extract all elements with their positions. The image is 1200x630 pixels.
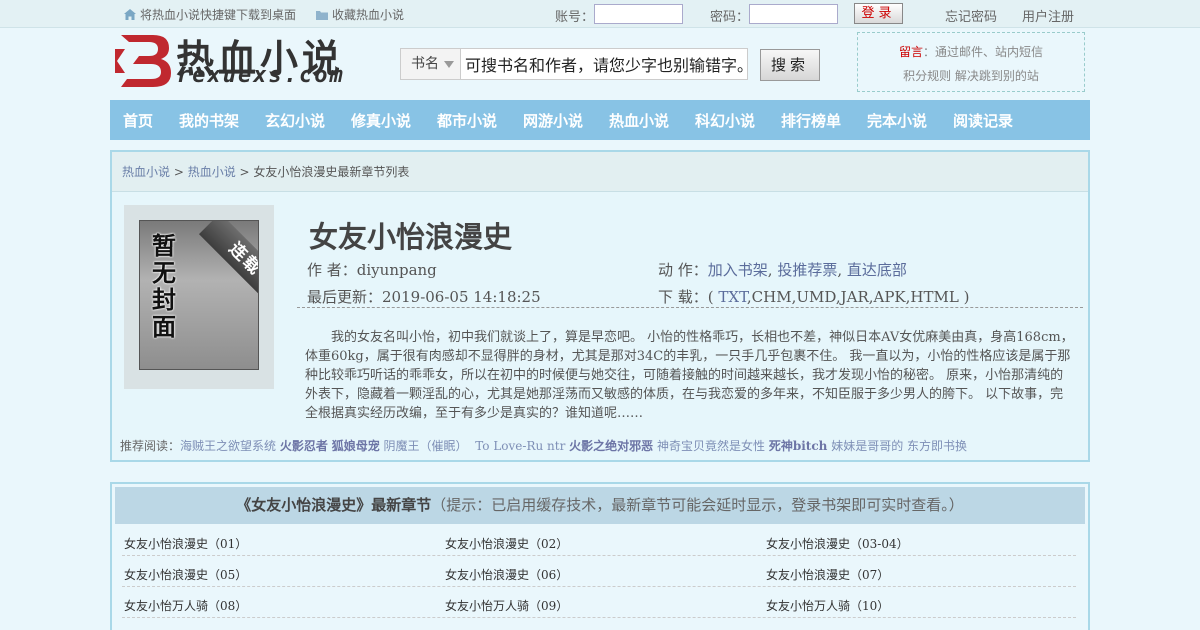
search-type-value: 书名 [411, 56, 439, 72]
download-txt-link[interactable]: TXT [718, 288, 746, 306]
breadcrumb-current: 女友小怡浪漫史最新章节列表 [253, 165, 410, 179]
author-label: 作 者： [307, 261, 357, 279]
chapter-link[interactable]: 女友小怡浪漫史（05） [124, 566, 247, 583]
home-icon [124, 9, 136, 20]
updated-value: 2019-06-05 14:18:25 [382, 288, 541, 306]
notice-line1: ：通过邮件、站内短信 [923, 45, 1044, 59]
recommend-item[interactable]: 火影之绝对邪恶 [569, 439, 653, 453]
nav-item-rexue[interactable]: 热血小说 [609, 100, 669, 140]
meta-divider [297, 307, 1083, 308]
download-label: 下 载： [658, 288, 708, 306]
action-row: 动 作：加入书架, 投推荐票, 直达底部 [658, 259, 907, 280]
recommend-item[interactable]: 东方即书换 [907, 439, 967, 453]
breadcrumb-category[interactable]: 热血小说 [188, 165, 236, 179]
nav-item-dushi[interactable]: 都市小说 [437, 100, 497, 140]
chevron-down-icon [444, 61, 454, 68]
chapter-link[interactable]: 女友小怡万人骑（09） [445, 597, 568, 614]
logo-mark-icon [115, 35, 171, 87]
site-logo[interactable]: 热血小说 rexuexs.com [113, 29, 358, 93]
main-nav: 首页 我的书架 玄幻小说 修真小说 都市小说 网游小说 热血小说 科幻小说 排行… [110, 100, 1090, 140]
chapter-link[interactable]: 女友小怡万人骑（10） [766, 597, 889, 614]
notice-line2[interactable]: 积分规则 解决跳到别的站 [858, 67, 1084, 84]
chapter-row-divider [122, 555, 1076, 556]
recommend-item[interactable]: 神奇宝贝竟然是女性 [657, 439, 765, 453]
favorite-link[interactable]: 收藏热血小说 [316, 6, 404, 23]
account-label: 账号： [555, 10, 595, 25]
recommend-item[interactable]: 火影忍者 [280, 439, 328, 453]
action-separator: , [767, 261, 778, 279]
nav-item-kehuan[interactable]: 科幻小说 [695, 100, 755, 140]
top-bar: 将热血小说快捷键下载到桌面 收藏热血小说 账号： 密码： 登录 忘记密码 用户注… [0, 0, 1200, 28]
search-button[interactable]: 搜索 [760, 49, 820, 81]
notice-label: 留言 [898, 45, 923, 59]
nav-item-ranking[interactable]: 排行榜单 [781, 100, 841, 140]
recommend-item[interactable]: 死神bitch [769, 439, 828, 453]
notice-box: 留言：通过邮件、站内短信 积分规则 解决跳到别的站 [857, 32, 1085, 92]
go-bottom-link[interactable]: 直达底部 [847, 261, 907, 279]
forgot-password-link[interactable]: 忘记密码 [945, 6, 997, 25]
download-formats: ,CHM,UMD,JAR,APK,HTML ) [746, 288, 970, 306]
chapter-link[interactable]: 女友小怡浪漫史（01） [124, 535, 247, 552]
author-value: diyunpang [356, 261, 437, 279]
breadcrumb-separator: > [170, 165, 188, 179]
chapter-row-divider [122, 617, 1076, 618]
book-intro: 我的女友名叫小怡，初中我们就谈上了，算是早恋吧。 小怡的性格乖巧，长相也不差，神… [305, 330, 1074, 421]
recommend-item[interactable]: 妹妹是哥哥的 [831, 439, 903, 453]
nav-item-xiuzhen[interactable]: 修真小说 [351, 100, 411, 140]
breadcrumb: 热血小说 > 热血小说 > 女友小怡浪漫史最新章节列表 [112, 152, 1088, 192]
login-button[interactable]: 登录 [854, 3, 903, 24]
action-separator: , [837, 261, 847, 279]
search-box: 书名 [400, 48, 748, 80]
breadcrumb-separator: > [235, 165, 254, 179]
book-cover[interactable]: 暂无封面 连载中 [124, 205, 274, 389]
updated-label: 最后更新： [307, 288, 383, 306]
chapter-list-panel: 《女友小怡浪漫史》最新章节（提示：已启用缓存技术，最新章节可能会延时显示，登录书… [110, 482, 1090, 630]
register-link[interactable]: 用户注册 [1022, 6, 1074, 25]
password-input[interactable] [749, 4, 838, 24]
status-ribbon: 连载中 [198, 221, 258, 320]
search-type-select[interactable]: 书名 [401, 49, 461, 79]
nav-item-bookshelf[interactable]: 我的书架 [179, 100, 239, 140]
recommend-label: 推荐阅读： [120, 439, 181, 453]
recommend-item[interactable]: To Love-Ru ntr [475, 439, 565, 453]
book-title: 女友小怡浪漫史 [309, 220, 513, 254]
chapter-link[interactable]: 女友小怡浪漫史（06） [445, 566, 568, 583]
account-input[interactable] [594, 4, 683, 24]
recommended-reads: 推荐阅读：海贼王之欲望系统 火影忍者 狐娘母宠 阴魔王（催眠） To Love-… [120, 437, 967, 454]
nav-item-home[interactable]: 首页 [123, 100, 153, 140]
chapter-row-divider [122, 586, 1076, 587]
chapter-list-hint: （提示：已启用缓存技术，最新章节可能会延时显示，登录书架即可实时查看。） [431, 496, 964, 514]
password-label: 密码： [710, 10, 750, 25]
cover-image: 暂无封面 连载中 [139, 220, 259, 370]
cover-placeholder-text: 暂无封面 [152, 232, 176, 341]
recommend-vote-link[interactable]: 投推荐票 [777, 261, 837, 279]
logo-domain-text: rexuexs.com [177, 63, 345, 88]
breadcrumb-home[interactable]: 热血小说 [122, 165, 170, 179]
nav-item-wangyou[interactable]: 网游小说 [523, 100, 583, 140]
recommend-item[interactable]: 狐娘母宠 [332, 439, 380, 453]
author-row: 作 者：diyunpang [307, 259, 437, 280]
recommend-item[interactable]: 阴魔王（催眠） [384, 439, 468, 453]
nav-item-history[interactable]: 阅读记录 [953, 100, 1013, 140]
search-input[interactable] [462, 49, 747, 79]
chapter-list-header: 《女友小怡浪漫史》最新章节（提示：已启用缓存技术，最新章节可能会延时显示，登录书… [115, 487, 1085, 524]
desktop-shortcut-link[interactable]: 将热血小说快捷键下载到桌面 [124, 6, 296, 23]
add-to-shelf-link[interactable]: 加入书架 [708, 261, 768, 279]
book-info-panel: 热血小说 > 热血小说 > 女友小怡浪漫史最新章节列表 暂无封面 连载中 女友小… [110, 150, 1090, 462]
nav-item-completed[interactable]: 完本小说 [867, 100, 927, 140]
chapter-list-title: 《女友小怡浪漫史》最新章节 [236, 496, 432, 514]
folder-icon [316, 11, 328, 20]
updated-row: 最后更新：2019-06-05 14:18:25 [307, 286, 541, 307]
nav-item-xuanhuan[interactable]: 玄幻小说 [265, 100, 325, 140]
favorite-label: 收藏热血小说 [332, 8, 405, 22]
chapter-link[interactable]: 女友小怡万人骑（08） [124, 597, 247, 614]
recommend-item[interactable]: 海贼王之欲望系统 [180, 439, 276, 453]
chapter-link[interactable]: 女友小怡浪漫史（02） [445, 535, 568, 552]
desktop-shortcut-label: 将热血小说快捷键下载到桌面 [140, 8, 297, 22]
action-label: 动 作： [658, 261, 708, 279]
chapter-link[interactable]: 女友小怡浪漫史（07） [766, 566, 889, 583]
chapter-link[interactable]: 女友小怡浪漫史（03-04） [766, 535, 909, 552]
download-row: 下 载：( TXT,CHM,UMD,JAR,APK,HTML ) [658, 286, 969, 307]
download-open: ( [707, 288, 719, 306]
